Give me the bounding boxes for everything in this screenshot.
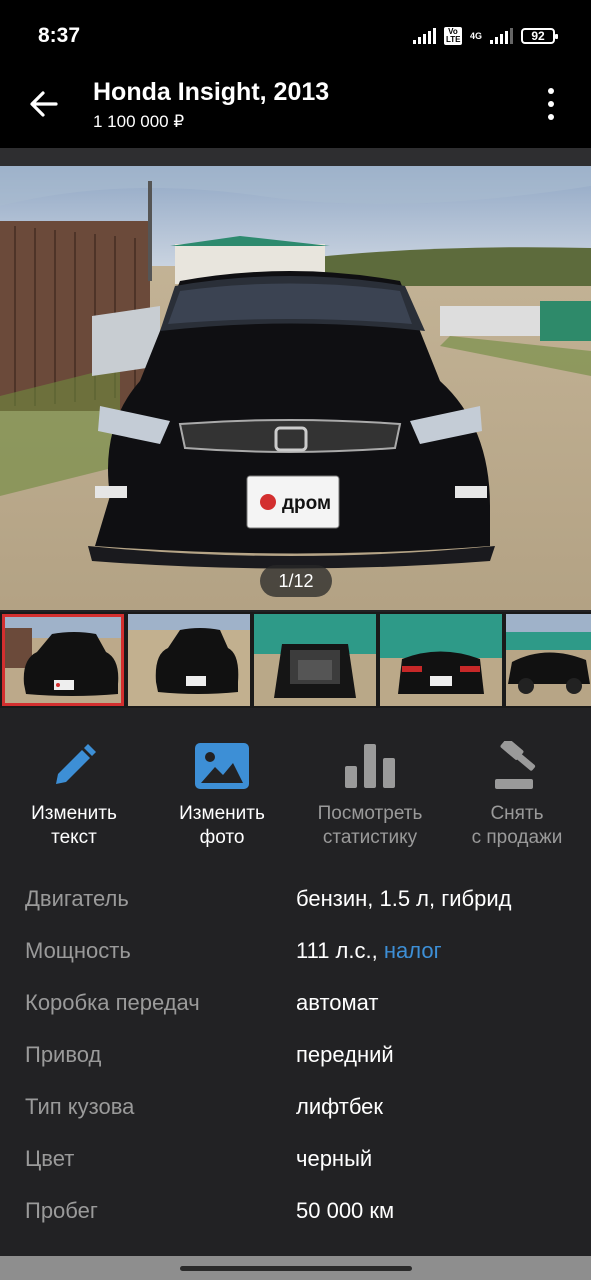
view-stats-button[interactable]: Посмотреть статистику: [296, 738, 444, 850]
spec-row-color: Цвет черный: [0, 1134, 591, 1186]
edit-text-label-1: Изменить: [31, 803, 117, 824]
signal-icon: [412, 28, 436, 44]
edit-photo-button[interactable]: Изменить фото: [148, 738, 296, 850]
spec-row-mileage: Пробег 50 000 км: [0, 1186, 591, 1238]
pencil-icon: [56, 744, 96, 784]
thumbnail-1[interactable]: [2, 614, 124, 706]
edit-text-button[interactable]: Изменить текст: [0, 738, 148, 850]
spec-key: Двигатель: [25, 886, 129, 911]
spec-value: черный: [296, 1146, 373, 1171]
battery-icon: 92: [521, 28, 558, 44]
volte-icon: Vo LTE: [443, 27, 462, 45]
remove-from-sale-button[interactable]: Снять с продажи: [443, 738, 591, 850]
more-vertical-icon[interactable]: [545, 88, 557, 120]
spec-row-transmission: Коробка передач автомат: [0, 978, 591, 1030]
spec-key: Пробег: [25, 1198, 98, 1223]
main-photo[interactable]: дром: [0, 166, 591, 610]
spec-key: Цвет: [25, 1146, 75, 1171]
thumbnail-strip: [0, 612, 591, 708]
spec-row-engine: Двигатель бензин, 1.5 л, гибрид: [0, 874, 591, 926]
price: 1 100 000 ₽: [93, 112, 185, 131]
edit-photo-label-2: фото: [199, 827, 245, 848]
spec-row-drive: Привод передний: [0, 1030, 591, 1082]
spec-key: Тип кузова: [25, 1094, 135, 1119]
spec-key: Привод: [25, 1042, 102, 1067]
status-time: 8:37: [38, 24, 81, 47]
actions-bar: Изменить текст Изменить фото Посмотреть ста…: [0, 708, 591, 868]
spec-key: Мощность: [25, 938, 131, 963]
gavel-icon: [495, 741, 536, 789]
spec-value: передний: [296, 1042, 394, 1067]
remove-label-2: с продажи: [471, 827, 563, 848]
arrow-left-icon[interactable]: [26, 86, 62, 122]
thumbnail-3[interactable]: [254, 614, 376, 706]
divider: [0, 148, 591, 166]
spec-value: 111 л.с.,: [296, 938, 378, 963]
edit-photo-label-1: Изменить: [179, 803, 265, 824]
bar-chart-icon: [345, 744, 395, 788]
app-bar: Honda Insight, 2013 1 100 000 ₽: [0, 72, 591, 148]
signal-icon-2: [490, 28, 513, 44]
spec-value: бензин, 1.5 л, гибрид: [296, 886, 512, 911]
thumbnail-5[interactable]: [506, 614, 591, 706]
spec-value: лифтбек: [296, 1094, 384, 1119]
view-stats-label-1: Посмотреть: [317, 803, 423, 824]
thumbnail-2[interactable]: [128, 614, 250, 706]
view-stats-label-2: статистику: [322, 827, 418, 848]
spec-value: автомат: [296, 990, 379, 1015]
home-indicator[interactable]: [180, 1266, 412, 1271]
status-icons: Vo LTE 4G 92: [412, 26, 558, 46]
image-icon: [195, 743, 249, 789]
edit-text-label-2: текст: [51, 827, 97, 848]
plate-text: дром: [282, 493, 331, 514]
spec-key: Коробка передач: [25, 990, 200, 1015]
tax-link[interactable]: налог: [384, 938, 442, 963]
status-bar: 8:37 Vo LTE 4G 92: [0, 0, 591, 72]
photo-counter: 1/12: [260, 565, 332, 597]
network-type: 4G: [469, 31, 482, 41]
remove-label-1: Снять: [490, 803, 544, 824]
spec-value: 50 000 км: [296, 1198, 395, 1223]
specs-list: Двигатель бензин, 1.5 л, гибрид Мощность…: [0, 874, 591, 1238]
spec-row-body: Тип кузова лифтбек: [0, 1082, 591, 1134]
spec-row-power: Мощность 111 л.с., налог: [0, 926, 591, 978]
spec-value-wrap: 111 л.с., налог: [296, 938, 442, 964]
thumbnail-4[interactable]: [380, 614, 502, 706]
page-title: Honda Insight, 2013: [93, 78, 330, 106]
